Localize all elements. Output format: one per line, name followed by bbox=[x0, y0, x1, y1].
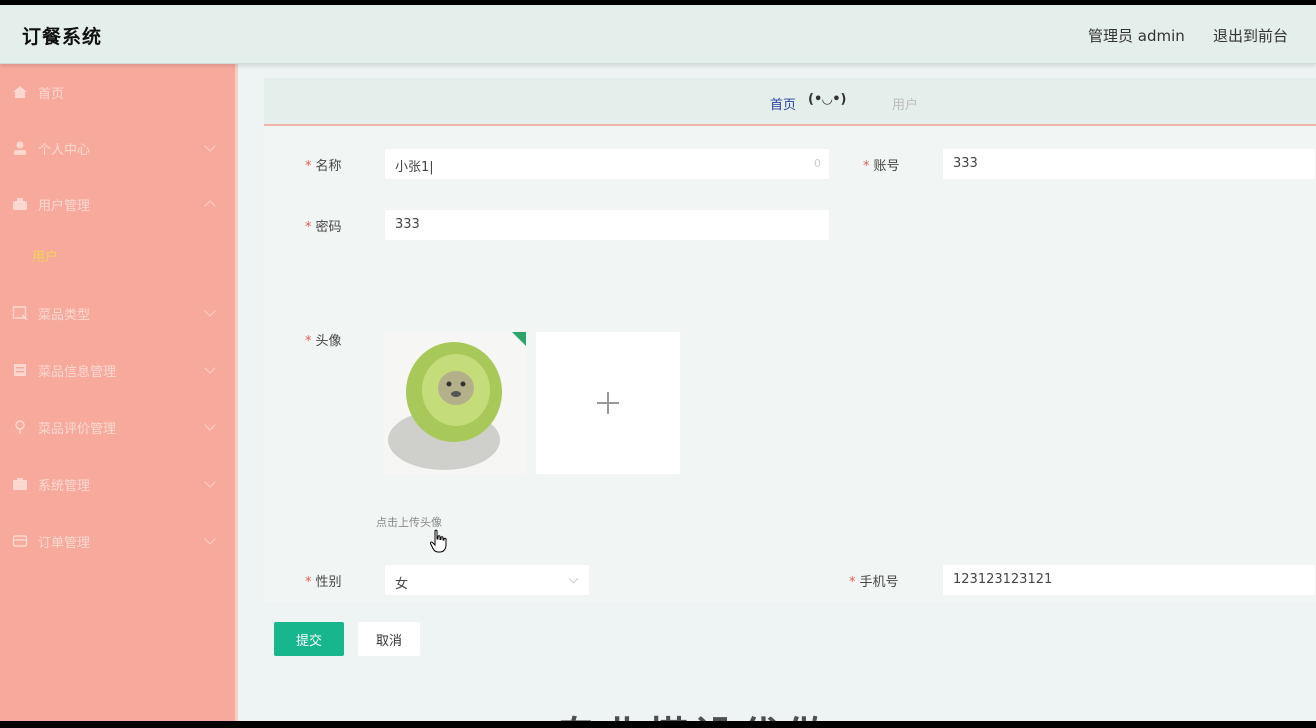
account-value: 333 bbox=[953, 156, 978, 171]
settings-icon bbox=[12, 476, 28, 492]
name-counter: 0 bbox=[814, 157, 821, 170]
main-content: 首页 (•◡•) 用户 * 名称 小张1| 0 * 账号 333 * 密码 33… bbox=[240, 64, 1316, 721]
sidebar-item-label: 订单管理 bbox=[38, 536, 91, 551]
submit-button[interactable]: 提交 bbox=[274, 622, 344, 656]
chevron-down-icon bbox=[204, 476, 216, 488]
user-icon bbox=[12, 140, 28, 156]
sidebar-item-label: 系统管理 bbox=[38, 479, 91, 494]
app-title: 订餐系统 bbox=[22, 26, 103, 48]
logout-link[interactable]: 退出到前台 bbox=[1213, 25, 1288, 46]
chevron-down-icon bbox=[204, 419, 216, 431]
admin-label: 管理员 admin bbox=[1088, 27, 1185, 45]
menu-icon bbox=[12, 362, 28, 378]
password-value: 333 bbox=[395, 217, 420, 232]
app-window: 订餐系统 管理员 admin 退出到前台 首页 个人中心 用户管理 用户 菜品类… bbox=[0, 5, 1316, 721]
breadcrumb-emoticon: (•◡•) bbox=[808, 92, 847, 107]
hand-cursor-icon bbox=[429, 529, 447, 553]
chevron-down-icon bbox=[204, 140, 216, 152]
name-value: 小张1| bbox=[395, 160, 434, 175]
chevron-down-icon bbox=[204, 305, 216, 317]
sidebar-item-dish-review[interactable]: 菜品评价管理 bbox=[0, 399, 235, 455]
comment-icon bbox=[12, 419, 28, 435]
sidebar-item-label: 个人中心 bbox=[38, 143, 91, 158]
avatar-upload-hint: 点击上传头像 bbox=[376, 516, 442, 529]
avatar-thumbnail[interactable] bbox=[384, 332, 526, 474]
phone-label: * 手机号 bbox=[849, 575, 899, 590]
phone-input[interactable]: 123123123121 bbox=[942, 564, 1316, 596]
gender-select[interactable]: 女 bbox=[384, 564, 590, 596]
sidebar-item-order-management[interactable]: 订单管理 bbox=[0, 513, 235, 569]
chevron-down-icon bbox=[204, 362, 216, 374]
sidebar-item-user-management[interactable]: 用户管理 bbox=[0, 176, 235, 232]
cancel-button[interactable]: 取消 bbox=[358, 622, 420, 656]
sidebar-item-home[interactable]: 首页 bbox=[0, 64, 235, 120]
sidebar-item-label: 首页 bbox=[38, 87, 65, 102]
breadcrumb-home[interactable]: 首页 bbox=[770, 94, 796, 113]
chevron-up-icon bbox=[204, 200, 216, 212]
avatar-image bbox=[384, 332, 526, 474]
sidebar-item-dish-type[interactable]: 菜品类型 bbox=[0, 285, 235, 341]
sidebar-item-personal-center[interactable]: 个人中心 bbox=[0, 120, 235, 176]
name-input[interactable]: 小张1| 0 bbox=[384, 148, 830, 180]
gender-value: 女 bbox=[395, 577, 409, 592]
sidebar-item-dish-info[interactable]: 菜品信息管理 bbox=[0, 342, 235, 398]
password-label: * 密码 bbox=[305, 220, 342, 235]
account-input[interactable]: 333 bbox=[942, 148, 1316, 180]
phone-value: 123123123121 bbox=[953, 572, 1053, 587]
breadcrumb-current: 用户 bbox=[892, 98, 919, 113]
sidebar: 首页 个人中心 用户管理 用户 菜品类型 菜品信息管理 菜品评价管理 系统管理 … bbox=[0, 64, 238, 721]
sidebar-subitem-user[interactable]: 用户 bbox=[0, 232, 235, 282]
account-label: * 账号 bbox=[863, 159, 900, 174]
sidebar-item-label: 菜品类型 bbox=[38, 308, 91, 323]
sidebar-item-label: 菜品信息管理 bbox=[38, 365, 117, 380]
tag-icon bbox=[12, 305, 28, 321]
sidebar-item-label: 用户管理 bbox=[38, 199, 91, 214]
chevron-down-icon bbox=[568, 573, 579, 584]
sidebar-item-system-management[interactable]: 系统管理 bbox=[0, 456, 235, 512]
user-edit-form: * 名称 小张1| 0 * 账号 333 * 密码 333 * 头像 点击上传头… bbox=[264, 128, 1316, 656]
top-bar: 订餐系统 管理员 admin 退出到前台 bbox=[0, 5, 1316, 64]
footer-watermark-text: 专业搭设代做 bbox=[556, 704, 832, 721]
password-input[interactable]: 333 bbox=[384, 209, 830, 241]
sidebar-subitem-label: 用户 bbox=[32, 250, 59, 265]
chevron-down-icon bbox=[204, 533, 216, 545]
users-icon bbox=[12, 196, 28, 212]
gender-label: * 性别 bbox=[305, 575, 342, 590]
name-label: * 名称 bbox=[305, 159, 342, 174]
breadcrumb: 首页 (•◡•) 用户 bbox=[264, 78, 1316, 126]
order-icon bbox=[12, 533, 28, 549]
avatar-label: * 头像 bbox=[305, 334, 342, 349]
sidebar-item-label: 菜品评价管理 bbox=[38, 422, 117, 437]
home-icon bbox=[12, 84, 28, 100]
avatar-upload-button[interactable] bbox=[536, 332, 680, 474]
